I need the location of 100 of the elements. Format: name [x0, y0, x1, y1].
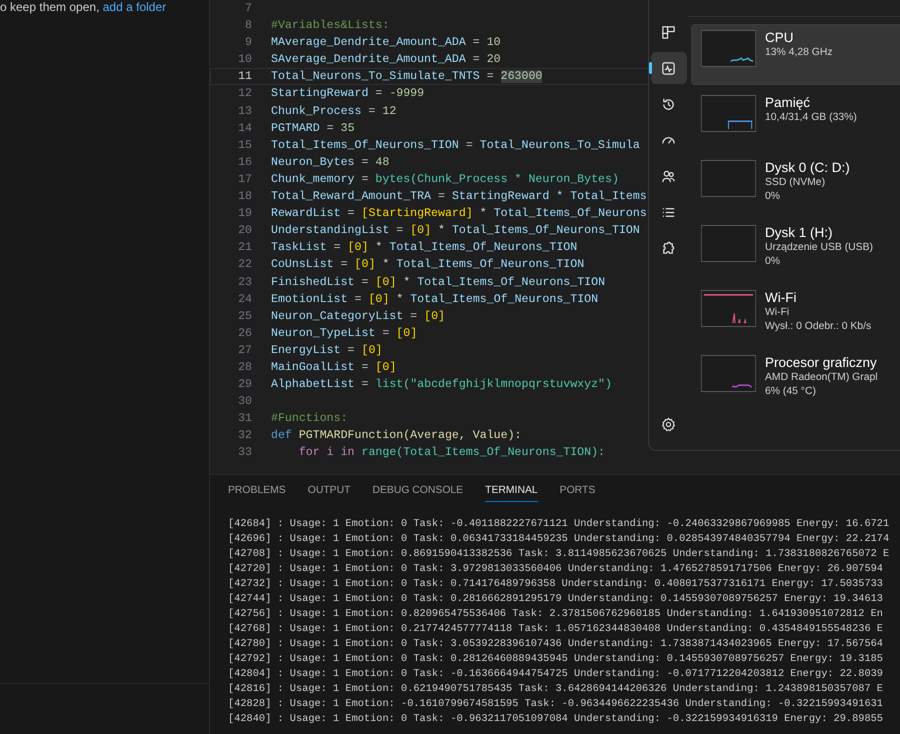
terminal-line: [42708] : Usage: 1 Emotion: 0.8691590413382536 Task: 3.8114985623670625 Understanding: 1.7383180826765072 E	[228, 547, 890, 562]
users-icon	[661, 168, 676, 184]
terminal-line: [42816] : Usage: 1 Emotion: 0.6219490751785435 Task: 3.6428694144206326 Understanding: 1.243898150357087 E	[228, 682, 884, 697]
line-number: 31	[237, 411, 253, 428]
item-title: Pamięć	[765, 95, 812, 111]
item-title: Procesor graficzny	[765, 355, 878, 371]
line-number: 21	[237, 240, 253, 256]
line-number: 18	[237, 189, 253, 206]
puzzle-icon	[661, 240, 676, 256]
item-detail: AMD Radeon(TM) Grapl	[765, 371, 878, 385]
code-line: FinishedList = [0] * Total_Items_Of_Neurons_TION	[271, 274, 606, 290]
item-detail: Wi-Fi	[765, 306, 790, 320]
code-line: UnderstandingList = [0] * Total_Items_Of_Neurons_TION	[271, 223, 640, 240]
item-detail: Wysł.: 0 Odebr.: 0 Kb/s	[765, 320, 872, 334]
code-line: EnergyList = [0]	[271, 342, 382, 359]
terminal-line: [42780] : Usage: 1 Emotion: 0 Task: 3.0539228396107436 Understanding: 1.7383871434023965 Energy: 17.567564	[228, 637, 884, 652]
line-number: 32	[237, 428, 253, 444]
line-number: 7	[244, 1, 253, 17]
line-number: 27	[237, 342, 253, 359]
line-number: 11	[237, 69, 253, 86]
panel-tab[interactable]: TERMINAL	[485, 483, 538, 502]
usage-graph-drawing	[701, 290, 756, 327]
item-detail: 6% (45 °C)	[765, 385, 817, 399]
performance-item[interactable]: Pamięć 10,4/31,4 GB (33%)	[691, 89, 900, 150]
code-line: Total_Neurons_To_Simulate_TNTS = 263000	[271, 69, 542, 86]
terminal-line: [42684] : Usage: 1 Emotion: 0 Task: -0.4011882227671121 Understanding: -0.24063329867969985 Energy: 16.6721	[228, 517, 890, 532]
item-detail: 0%	[765, 190, 782, 204]
panel-tab[interactable]: OUTPUT	[308, 483, 350, 502]
code-line: Total_Items_Of_Neurons_TION = Total_Neurons_To_Simula	[271, 138, 640, 154]
line-number: 20	[237, 223, 253, 240]
performance-item[interactable]: Dysk 0 (C: D:) SSD (NVMe) 0%	[691, 154, 900, 215]
code-line: Chunk_Process = 12	[271, 104, 396, 120]
usage-graph-drawing	[701, 160, 756, 197]
code-line: RewardList = [StartingReward] * Total_Items_Of_Neurons	[271, 206, 647, 222]
code-line: Total_Reward_Amount_TRA = StartingReward * Total_Items	[271, 189, 647, 206]
code-line: MAverage_Dendrite_Amount_ADA = 10	[271, 35, 501, 52]
code-line: EmotionList = [0] * Total_Items_Of_Neurons_TION	[271, 292, 598, 308]
line-number: 13	[237, 104, 253, 120]
code-line: TaskList = [0] * Total_Items_Of_Neurons_TION	[271, 240, 578, 256]
code-line: #Functions:	[271, 411, 348, 428]
line-number: 29	[237, 377, 253, 394]
line-number: 17	[237, 172, 253, 188]
line-number: 19	[237, 206, 253, 222]
line-number: 25	[237, 308, 253, 325]
code-line: AlphabetList = list("abcdefghijklmnopqrstuvwxyz")	[271, 377, 612, 394]
line-number: 22	[237, 257, 253, 274]
item-detail: 13% 4,28 GHz	[765, 46, 833, 60]
item-detail: SSD (NVMe)	[765, 176, 826, 190]
performance-item[interactable]: Dysk 1 (H:) Urządzenie USB (USB) 0%	[691, 219, 900, 280]
performance-item[interactable]: Wi-Fi Wi-Fi Wysł.: 0 Odebr.: 0 Kb/s	[691, 284, 900, 345]
terminal-line: [42804] : Usage: 1 Emotion: 0 Task: -0.1636664944754725 Understanding: -0.0717712204203812 Energy: 22.8039	[228, 667, 884, 682]
grid-icon	[661, 24, 676, 40]
performance-item[interactable]: Procesor graficzny AMD Radeon(TM) Grapl 6% (45 °C)	[691, 349, 900, 410]
panel-tab[interactable]: PORTS	[560, 483, 596, 502]
code-line: StartingReward = -9999	[271, 86, 424, 102]
code-line: Chunk_memory = bytes(Chunk_Process * Neuron_Bytes)	[271, 172, 619, 188]
item-title: Dysk 0 (C: D:)	[765, 160, 850, 176]
usage-graph-drawing	[701, 95, 756, 132]
settings-icon	[661, 417, 676, 432]
line-number: 12	[237, 86, 253, 102]
line-number: 16	[237, 154, 253, 171]
terminal-line: [42768] : Usage: 1 Emotion: 0.2177424577774118 Task: 1.057162344830408 Understanding: 0.4354849155548236 E	[228, 622, 884, 637]
line-number: 14	[237, 120, 253, 137]
terminal-line: [42732] : Usage: 1 Emotion: 0 Task: 0.714176489796358 Understanding: 0.4080175377316171 Energy: 17.5035733	[228, 577, 884, 592]
item-title: CPU	[765, 30, 795, 46]
line-number: 10	[237, 52, 253, 68]
usage-graph-drawing	[701, 30, 756, 67]
item-title: Dysk 1 (H:)	[765, 225, 834, 241]
code-line: Neuron_Bytes = 48	[271, 154, 390, 171]
panel-tab[interactable]: PROBLEMS	[228, 483, 286, 502]
line-number: 30	[237, 394, 253, 410]
terminal-line: [42720] : Usage: 1 Emotion: 0 Task: 3.9729813033560406 Understanding: 1.4765278591717506 Energy: 26.907594	[228, 562, 884, 577]
history-icon	[661, 96, 676, 112]
usage-graph-drawing	[701, 225, 756, 262]
item-detail: 0%	[765, 255, 782, 269]
line-number: 24	[237, 292, 253, 308]
line-number: 26	[237, 326, 253, 342]
terminal-line: [42756] : Usage: 1 Emotion: 0.820965475536406 Task: 2.3781506762960185 Understanding: 1.641930951072812 En	[228, 607, 884, 622]
item-detail: 10,4/31,4 GB (33%)	[765, 111, 857, 125]
add-folder-link[interactable]: add a folder	[102, 0, 166, 14]
terminal-line: [42828] : Usage: 1 Emotion: -0.1610799674581595 Task: -0.9634496622235436 Understanding: -0.32215993491631	[228, 697, 884, 712]
item-title: Wi-Fi	[765, 290, 798, 306]
terminal-line: [42744] : Usage: 1 Emotion: 0 Task: 0.2816662891295179 Understanding: 0.14559307089756257 Energy: 19.34613	[228, 592, 884, 607]
line-number: 8	[244, 18, 253, 34]
code-line: Neuron_TypeList = [0]	[271, 326, 418, 342]
usage-graph-drawing	[701, 355, 756, 392]
performance-item[interactable]: CPU 13% 4,28 GHz	[691, 24, 900, 85]
line-number: 33	[237, 445, 253, 462]
line-number: 15	[237, 138, 253, 154]
explorer-hint: o keep them open, add a folder	[0, 0, 168, 14]
line-number: 28	[237, 360, 253, 376]
nav-button[interactable]	[650, 52, 686, 84]
terminal-line: [42840] : Usage: 1 Emotion: 0 Task: -0.9632117051097084 Understanding: -0.322159934916319 Energy: 29.89855	[228, 712, 884, 727]
code-line: SAverage_Dendrite_Amount_ADA = 20	[271, 52, 501, 68]
code-line: for i in range(Total_Items_Of_Neurons_TION):	[298, 445, 605, 462]
terminal-line: [42792] : Usage: 1 Emotion: 0 Task: 0.28126460889435945 Understanding: 0.14559307089756257 Energy: 19.3185	[228, 652, 884, 667]
code-line: def PGTMARDFunction(Average, Value):	[271, 428, 522, 444]
code-line: CoUnsList = [0] * Total_Items_Of_Neurons_TION	[271, 257, 584, 274]
panel-tab[interactable]: DEBUG CONSOLE	[372, 483, 464, 502]
line-number: 9	[244, 35, 253, 52]
